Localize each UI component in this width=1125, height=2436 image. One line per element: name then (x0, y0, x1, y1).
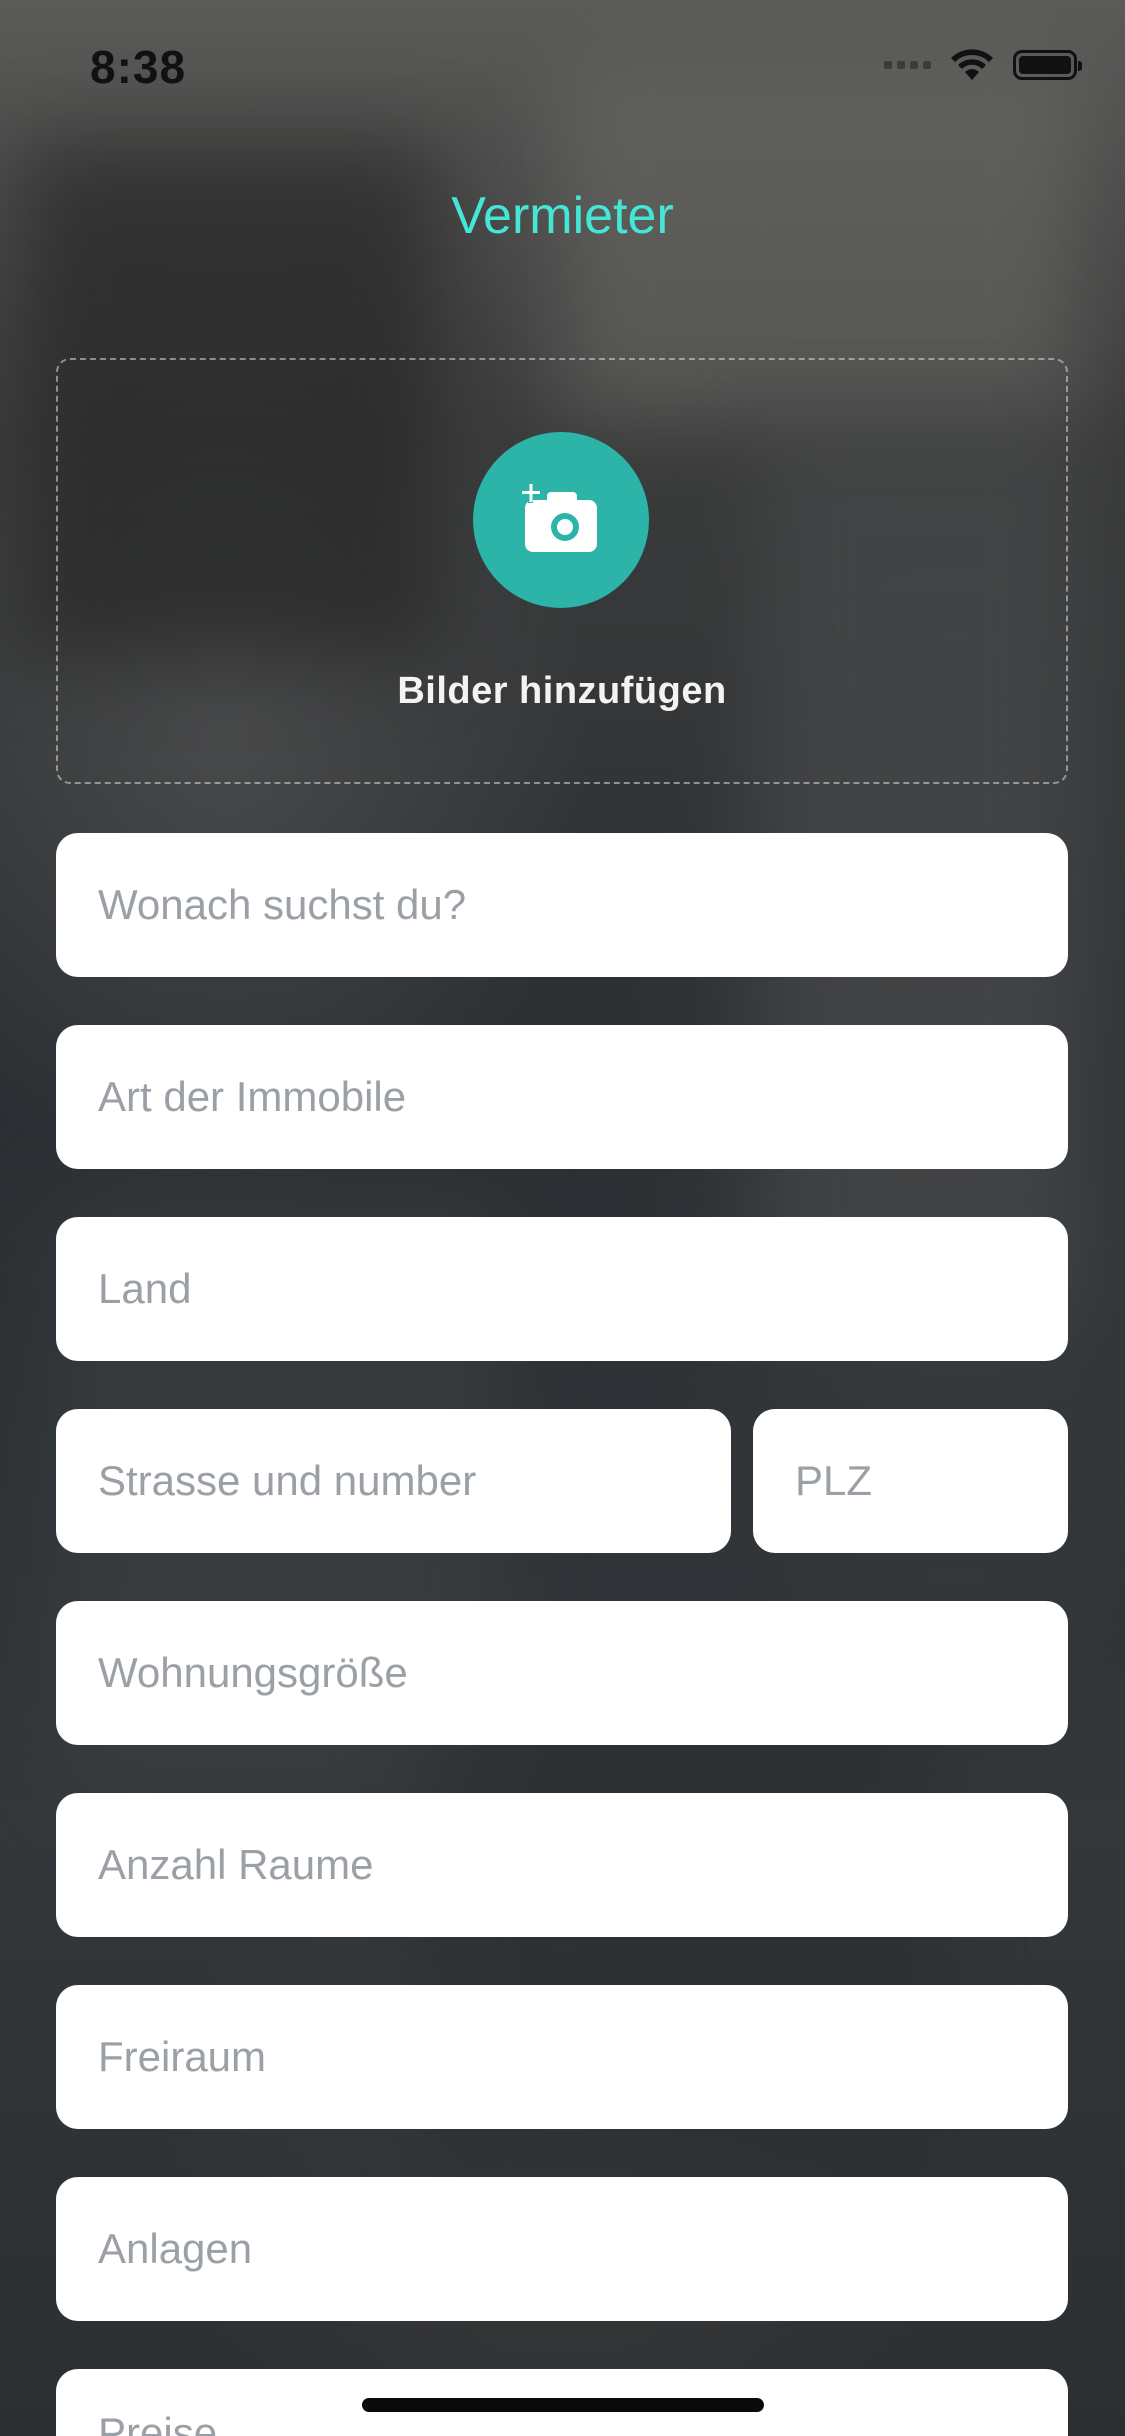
street-placeholder: Strasse und number (98, 1457, 477, 1504)
outdoor-space-placeholder: Freiraum (98, 2033, 267, 2080)
add-photo-button[interactable] (473, 432, 649, 608)
battery-icon (1013, 50, 1082, 80)
wifi-icon (951, 49, 993, 80)
image-upload-area[interactable]: Bilder hinzufügen (56, 358, 1068, 784)
street-input[interactable]: Strasse und number (56, 1409, 731, 1553)
add-photo-icon (521, 484, 597, 552)
home-indicator[interactable] (362, 2398, 764, 2412)
postal-code-input[interactable]: PLZ (753, 1409, 1068, 1553)
facilities-placeholder: Anlagen (98, 2225, 253, 2272)
property-type-placeholder: Art der Immobile (98, 1073, 407, 1120)
status-bar: 8:38 (0, 0, 1125, 132)
country-placeholder: Land (98, 1265, 192, 1312)
facilities-input[interactable]: Anlagen (56, 2177, 1068, 2321)
apartment-size-placeholder: Wohnungsgröße (98, 1649, 408, 1696)
country-input[interactable]: Land (56, 1217, 1068, 1361)
postal-code-placeholder: PLZ (795, 1457, 873, 1504)
apartment-size-input[interactable]: Wohnungsgröße (56, 1601, 1068, 1745)
room-count-input[interactable]: Anzahl Raume (56, 1793, 1068, 1937)
status-icons (884, 48, 1082, 82)
page-title: Vermieter (451, 187, 674, 245)
search-input[interactable]: Wonach suchst du? (56, 833, 1068, 977)
search-input-placeholder: Wonach suchst du? (98, 881, 467, 928)
property-type-input[interactable]: Art der Immobile (56, 1025, 1068, 1169)
room-count-placeholder: Anzahl Raume (98, 1841, 374, 1888)
price-placeholder: Preise (98, 2409, 218, 2436)
cellular-signal-icon (884, 61, 931, 69)
add-images-label: Bilder hinzufügen (397, 670, 727, 712)
status-time: 8:38 (90, 41, 187, 93)
outdoor-space-input[interactable]: Freiraum (56, 1985, 1068, 2129)
